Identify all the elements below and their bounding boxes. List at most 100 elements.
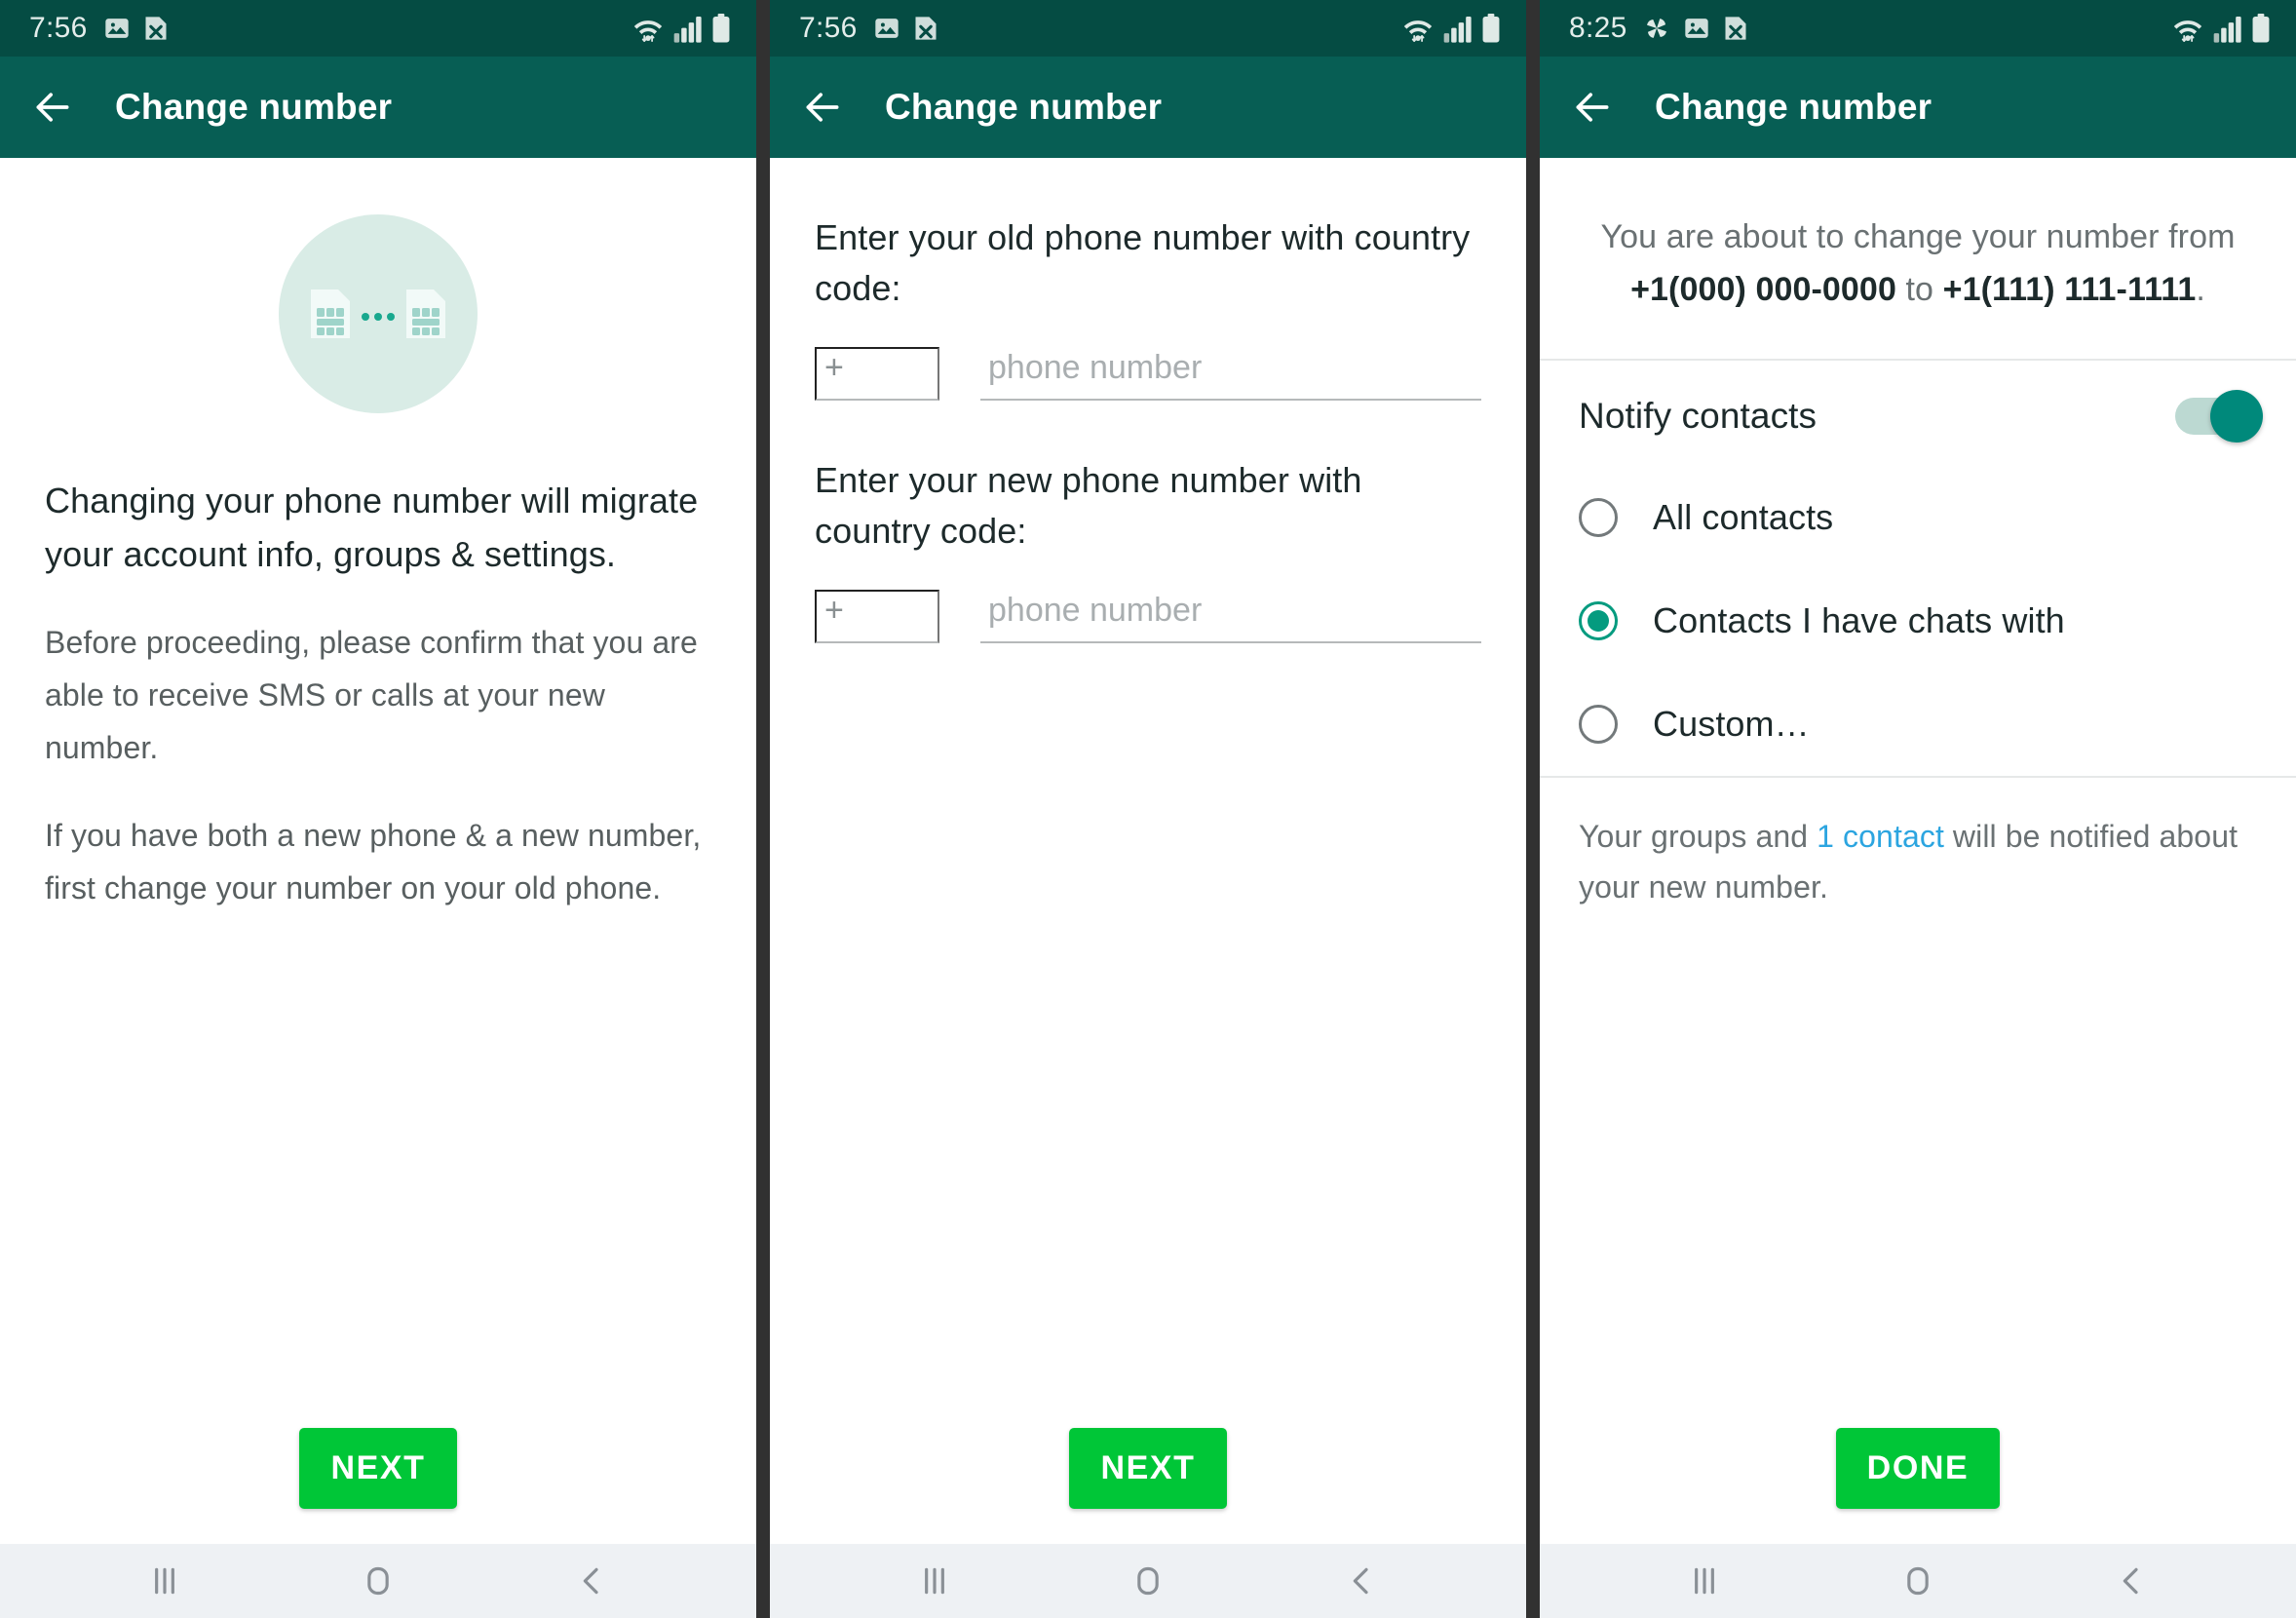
contact-count-link[interactable]: 1 contact (1817, 819, 1944, 854)
new-number-field-row (815, 590, 1481, 643)
app-bar-1: Change number (0, 57, 756, 158)
file-x-icon (1723, 15, 1748, 42)
radio-label: All contacts (1653, 497, 1834, 537)
summary-suffix: . (2196, 271, 2205, 308)
panel-divider-2 (1526, 0, 1540, 1618)
status-bar-1: 7:56 (0, 0, 756, 57)
panel-1-cta-wrap: NEXT (0, 1428, 756, 1509)
new-country-code-input[interactable] (815, 590, 939, 643)
phone-screen-3: 8:25 Change number You are about to chan… (1540, 0, 2296, 1618)
arrow-left-icon[interactable] (801, 86, 844, 129)
form-spacer (815, 401, 1481, 455)
done-button[interactable]: DONE (1835, 1428, 2001, 1509)
image-icon (873, 15, 900, 42)
summary-middle: to (1895, 271, 1943, 308)
wifi-icon (631, 14, 665, 43)
dual-sim-transfer-icon (279, 214, 478, 413)
file-x-icon (913, 15, 938, 42)
wifi-icon (2171, 14, 2204, 43)
intro-paragraph-2: If you have both a new phone & a new num… (45, 818, 702, 905)
app-bar-3: Change number (1540, 57, 2296, 158)
battery-icon (1481, 14, 1501, 43)
radio-icon[interactable] (1579, 498, 1618, 537)
phone-screen-1: 7:56 Change number Changing your phone n… (0, 0, 756, 1618)
image-icon (1683, 15, 1710, 42)
android-nav-bar-2 (770, 1544, 1526, 1618)
battery-icon (711, 14, 731, 43)
back-icon[interactable] (572, 1561, 611, 1600)
radio-icon[interactable] (1579, 705, 1618, 744)
status-time: 7:56 (29, 12, 88, 44)
new-phone-input[interactable] (980, 592, 1481, 643)
arrow-left-icon[interactable] (1571, 86, 1614, 129)
page-title: Change number (1655, 87, 1932, 127)
phone-number-form: Enter your old phone number with country… (770, 158, 1526, 643)
status-time: 7:56 (799, 12, 858, 44)
android-nav-bar-1 (0, 1544, 756, 1618)
page-title: Change number (885, 87, 1163, 127)
hero-illustration-wrap (0, 158, 756, 413)
status-notification-icons (873, 15, 938, 42)
status-system-icons (631, 14, 731, 43)
recents-icon[interactable] (145, 1561, 184, 1600)
summary-prefix: You are about to change your number from (1600, 218, 2236, 255)
signal-icon (673, 16, 703, 43)
radio-icon-selected[interactable] (1579, 601, 1618, 640)
toggle-knob (2210, 390, 2263, 443)
recents-icon[interactable] (915, 1561, 954, 1600)
notify-contacts-row[interactable]: Notify contacts (1540, 361, 2296, 466)
back-icon[interactable] (1342, 1561, 1381, 1600)
summary-old-number: +1(000) 000-0000 (1630, 271, 1896, 308)
file-x-icon (143, 15, 169, 42)
old-number-label: Enter your old phone number with country… (815, 217, 1471, 308)
panel-3-cta-wrap: DONE (1540, 1428, 2296, 1509)
status-time: 8:25 (1569, 12, 1627, 44)
change-summary-text: You are about to change your number from… (1540, 158, 2296, 359)
notify-contacts-toggle[interactable] (2175, 390, 2263, 443)
status-bar-2: 7:56 (770, 0, 1526, 57)
panel-divider-1 (756, 0, 770, 1618)
notify-contacts-label: Notify contacts (1579, 396, 1818, 436)
old-number-field-row (815, 347, 1481, 401)
radio-label: Custom… (1653, 704, 1810, 744)
image-icon (103, 15, 131, 42)
old-phone-input[interactable] (980, 349, 1481, 401)
home-icon[interactable] (1898, 1561, 1937, 1600)
radio-option-contacts-with-chats[interactable]: Contacts I have chats with (1540, 569, 2296, 673)
three-panel-screenshot: 7:56 Change number Changing your phone n… (0, 0, 2296, 1618)
old-country-code-input[interactable] (815, 347, 939, 401)
signal-icon (1443, 16, 1473, 43)
app-bar-2: Change number (770, 57, 1526, 158)
back-icon[interactable] (2112, 1561, 2151, 1600)
new-number-label: Enter your new phone number with country… (815, 460, 1362, 551)
recents-icon[interactable] (1685, 1561, 1724, 1600)
notify-footer-text: Your groups and 1 contact will be notifi… (1540, 778, 2296, 912)
android-nav-bar-3 (1540, 1544, 2296, 1618)
pinwheel-icon (1643, 15, 1670, 42)
phone-screen-2: 7:56 Change number Enter your old phone … (770, 0, 1526, 1618)
radio-option-all-contacts[interactable]: All contacts (1540, 466, 2296, 569)
radio-option-custom[interactable]: Custom… (1540, 673, 2296, 776)
status-bar-3: 8:25 (1540, 0, 2296, 57)
panel-3-content: You are about to change your number from… (1540, 158, 2296, 1544)
home-icon[interactable] (359, 1561, 398, 1600)
next-button[interactable]: NEXT (1069, 1428, 1227, 1509)
panel-2-cta-wrap: NEXT (770, 1428, 1526, 1509)
intro-title: Changing your phone number will migrate … (45, 481, 699, 574)
panel-1-content: Changing your phone number will migrate … (0, 158, 756, 1544)
arrow-left-icon[interactable] (31, 86, 74, 129)
panel-1-text: Changing your phone number will migrate … (0, 474, 756, 914)
battery-icon (2251, 14, 2271, 43)
wifi-icon (1401, 14, 1435, 43)
signal-icon (2213, 16, 2242, 43)
status-notification-icons (1643, 15, 1748, 42)
status-system-icons (1401, 14, 1501, 43)
summary-new-number: +1(111) 111-1111 (1942, 271, 2197, 308)
home-icon[interactable] (1129, 1561, 1167, 1600)
status-system-icons (2171, 14, 2271, 43)
radio-label: Contacts I have chats with (1653, 600, 2065, 640)
panel-2-content: Enter your old phone number with country… (770, 158, 1526, 1544)
next-button[interactable]: NEXT (299, 1428, 457, 1509)
footer-prefix: Your groups and (1579, 819, 1818, 854)
page-title: Change number (115, 87, 393, 127)
